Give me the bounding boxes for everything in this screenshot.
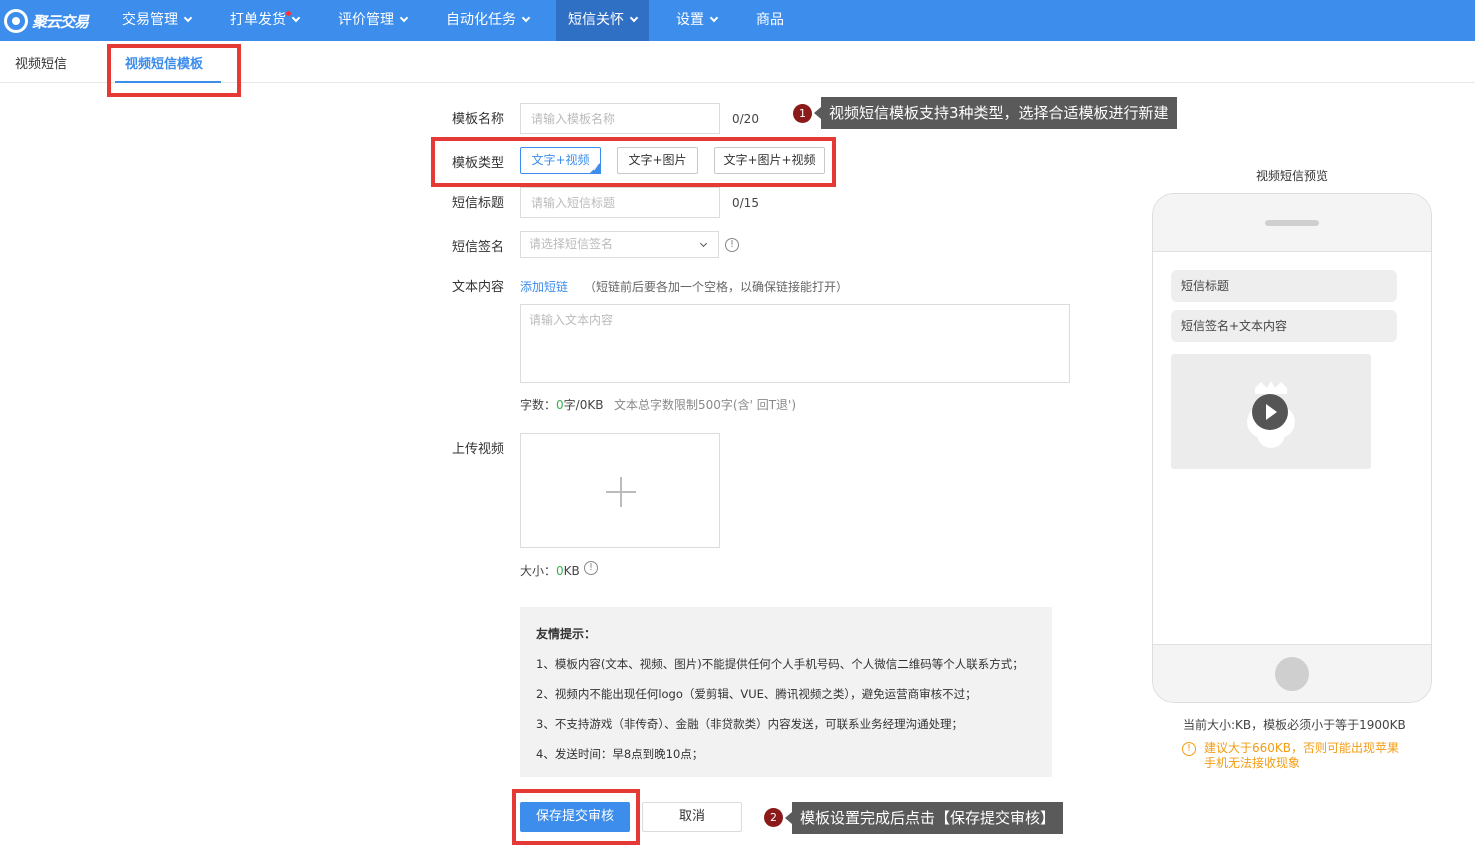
phone-bottom-bar: [1153, 644, 1431, 702]
nav-label: 商品: [756, 12, 784, 28]
nav-label: 交易管理: [122, 12, 178, 28]
notification-dot: [286, 11, 291, 16]
type-option-text-image[interactable]: 文字+图片: [617, 147, 698, 174]
tips-title: 友情提示：: [536, 627, 597, 641]
size-unit: KB: [563, 564, 580, 578]
plus-icon-vertical: [620, 477, 622, 507]
short-link-hint: （短链前后要各加一个空格，以确保链接能打开）: [584, 280, 849, 294]
sms-title-input[interactable]: [520, 187, 720, 218]
word-count-value: 0: [556, 398, 564, 412]
phone-preview: 短信标题 短信签名+文本内容: [1152, 193, 1432, 703]
logo-icon: [4, 9, 28, 33]
tab-video-sms[interactable]: 视频短信: [15, 53, 67, 72]
upload-video-area[interactable]: [520, 433, 720, 548]
callout-save: 模板设置完成后点击【保存提交审核】: [784, 802, 1064, 834]
callout-number: 1: [793, 104, 812, 123]
text-content-textarea[interactable]: [520, 304, 1070, 383]
nav-item-sms-care[interactable]: 短信关怀: [556, 0, 649, 41]
warning-line-1: 建议大于660KB，否则可能出现苹果: [1204, 741, 1400, 755]
check-icon: ✓: [592, 164, 599, 173]
word-limit-text: 文本总字数限制500字(含' 回T退'): [614, 398, 797, 412]
sms-signature-select[interactable]: 请选择短信签名: [520, 231, 719, 258]
chevron-down-icon: [709, 13, 719, 23]
nav-item-trade[interactable]: 交易管理: [122, 0, 193, 41]
top-nav: 聚云交易 交易管理 打单发货 评价管理 自动化任务 短信关怀 设置 商品: [0, 0, 1475, 41]
type-option-text-image-video[interactable]: 文字+图片+视频: [714, 147, 825, 174]
template-name-counter: 0/20: [732, 112, 759, 126]
type-option-label: 文字+图片: [628, 153, 687, 167]
chevron-down-icon: [183, 13, 193, 23]
warning-line-2: 手机无法接收现象: [1204, 756, 1301, 770]
app-logo[interactable]: 聚云交易: [4, 7, 89, 35]
preview-video-placeholder: [1171, 354, 1371, 469]
chevron-down-icon: [521, 13, 531, 23]
template-name-label: 模板名称: [452, 112, 505, 127]
annotation-box-template-tab: [107, 44, 241, 97]
type-option-label: 文字+视频: [531, 153, 590, 167]
add-short-link[interactable]: 添加短链: [520, 278, 568, 295]
word-count-suffix: 字/0KB: [563, 398, 604, 412]
template-type-label: 模板类型: [452, 156, 505, 171]
preview-size-info: 当前大小:KB，模板必须小于等于1900KB: [1183, 718, 1406, 732]
sms-title-counter: 0/15: [732, 196, 759, 210]
warning-icon: !: [1182, 742, 1196, 756]
tip-line: 2、视频内不能出现任何logo（爱剪辑、VUE、腾讯视频之类），避免运营商审核不…: [536, 687, 977, 701]
chevron-down-icon: [291, 13, 301, 23]
nav-label: 设置: [676, 12, 704, 28]
tip-line: 1、模板内容(文本、视频、图片)不能提供任何个人手机号码、个人微信二维码等个人联…: [536, 657, 1024, 671]
video-size: 大小：0KB: [520, 562, 580, 579]
phone-home-button: [1275, 657, 1309, 691]
nav-label: 短信关怀: [568, 12, 624, 28]
cancel-button[interactable]: 取消: [642, 802, 742, 832]
nav-item-settings[interactable]: 设置: [676, 0, 719, 41]
sms-signature-label: 短信签名: [452, 240, 505, 255]
size-label: 大小：: [520, 564, 557, 578]
type-option-text-video[interactable]: 文字+视频 ✓: [520, 147, 601, 174]
chevron-down-icon: [629, 13, 639, 23]
info-icon[interactable]: !: [584, 561, 598, 575]
upload-video-label: 上传视频: [452, 442, 505, 457]
chevron-down-icon: [699, 239, 708, 248]
nav-item-products[interactable]: 商品: [756, 0, 784, 41]
nav-label: 评价管理: [338, 12, 394, 28]
phone-speaker: [1265, 220, 1319, 226]
play-icon[interactable]: [1252, 394, 1288, 430]
phone-top-bar: [1153, 194, 1431, 252]
nav-item-automation[interactable]: 自动化任务: [446, 0, 531, 41]
preview-title: 视频短信预览: [1256, 169, 1329, 183]
sms-title-label: 短信标题: [452, 196, 505, 211]
tip-line: 4、发送时间：早8点到晚10点；: [536, 747, 704, 761]
preview-sms-body: 短信签名+文本内容: [1171, 310, 1397, 342]
nav-item-print[interactable]: 打单发货: [230, 0, 301, 41]
tip-line: 3、不支持游戏（非传奇）、金融（非贷款类）内容发送，可联系业务经理沟通处理；: [536, 717, 964, 731]
chevron-down-icon: [399, 13, 409, 23]
info-icon[interactable]: !: [725, 238, 739, 252]
callout-template-type: 视频短信模板支持3种类型，选择合适模板进行新建: [814, 97, 1177, 129]
text-content-label: 文本内容: [452, 280, 505, 295]
word-count-label: 字数：: [520, 398, 557, 412]
nav-label: 打单发货: [230, 12, 286, 28]
template-name-input[interactable]: [520, 103, 720, 134]
callout-number: 2: [764, 808, 783, 827]
nav-item-review[interactable]: 评价管理: [338, 0, 409, 41]
size-value: 0: [556, 564, 564, 578]
type-option-label: 文字+图片+视频: [723, 153, 816, 167]
word-count: 字数：0字/0KB: [520, 396, 603, 413]
preview-sms-title: 短信标题: [1171, 270, 1397, 302]
tips-panel: 友情提示： 1、模板内容(文本、视频、图片)不能提供任何个人手机号码、个人微信二…: [520, 607, 1052, 777]
nav-label: 自动化任务: [446, 12, 516, 28]
select-placeholder: 请选择短信签名: [529, 237, 614, 251]
logo-text: 聚云交易: [32, 12, 89, 31]
save-submit-button[interactable]: 保存提交审核: [520, 802, 630, 832]
